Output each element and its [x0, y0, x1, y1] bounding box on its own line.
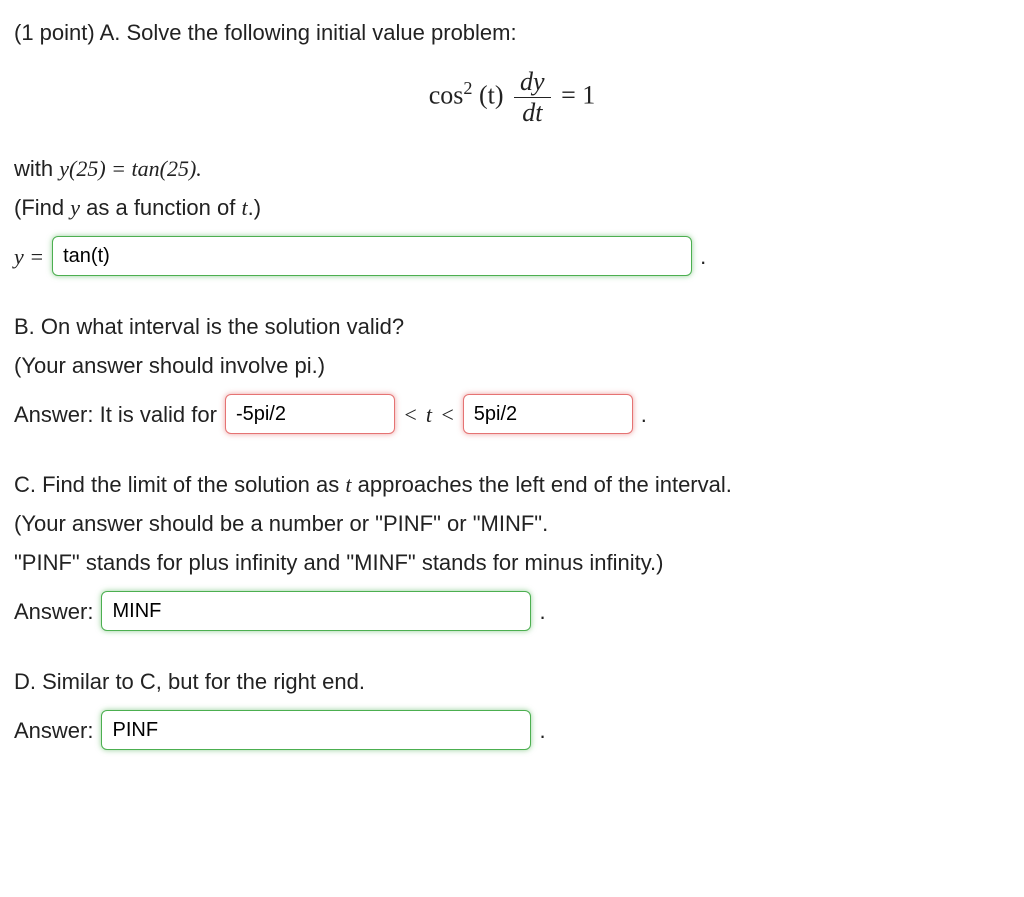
part-c-answer-row: Answer: .: [14, 591, 546, 631]
differential-equation: cos2 (t) dy dt = 1: [14, 67, 1010, 128]
part-c-q1-pre: C. Find the limit of the solution as: [14, 472, 345, 497]
find-post: .): [248, 195, 261, 220]
part-d-answer-row: Answer: .: [14, 710, 546, 750]
part-c-period: .: [539, 595, 545, 628]
part-b-prefix: Answer: It is valid for: [14, 398, 217, 431]
part-d-period: .: [539, 714, 545, 747]
part-d-q1: D. Similar to C, but for the right end.: [14, 665, 1010, 698]
y-equals-label: y =: [14, 240, 44, 273]
with-pre: with: [14, 156, 59, 181]
initial-condition: with y(25) = tan(25).: [14, 152, 1010, 185]
part-b-q1: B. On what interval is the solution vali…: [14, 310, 1010, 343]
find-mid: as a function of: [80, 195, 241, 220]
part-c-q3: "PINF" stands for plus infinity and "MIN…: [14, 546, 1010, 579]
eq-frac-den: dt: [514, 98, 551, 128]
part-c-q2: (Your answer should be a number or "PINF…: [14, 507, 1010, 540]
eq-rhs: = 1: [561, 80, 595, 109]
part-b-answer-row: Answer: It is valid for < t < .: [14, 394, 647, 434]
interval-upper-input[interactable]: [463, 394, 633, 434]
part-c-answer-input[interactable]: [101, 591, 531, 631]
part-a-header: (1 point) A. Solve the following initial…: [14, 16, 1010, 49]
part-a-answer-row: y = .: [14, 236, 706, 276]
part-c-prefix: Answer:: [14, 595, 93, 628]
find-pre: (Find: [14, 195, 70, 220]
part-d-prefix: Answer:: [14, 714, 93, 747]
part-b-q2: (Your answer should involve pi.): [14, 349, 1010, 382]
part-c-q1: C. Find the limit of the solution as t a…: [14, 468, 1010, 501]
with-expr: y(25) = tan(25).: [59, 156, 202, 181]
lt-2: <: [440, 398, 455, 431]
part-a-period: .: [700, 240, 706, 273]
part-d-answer-input[interactable]: [101, 710, 531, 750]
part-c-q1-post: approaches the left end of the interval.: [352, 472, 732, 497]
eq-fraction: dy dt: [514, 67, 551, 128]
lt-1: <: [403, 398, 418, 431]
part-b-period: .: [641, 398, 647, 431]
eq-frac-num: dy: [514, 67, 551, 98]
find-y: y: [70, 195, 80, 220]
interval-t: t: [426, 398, 432, 431]
find-instruction: (Find y as a function of t.): [14, 191, 1010, 224]
interval-lower-input[interactable]: [225, 394, 395, 434]
eq-cos: cos: [429, 80, 464, 109]
part-a-answer-input[interactable]: [52, 236, 692, 276]
eq-t: (t): [479, 80, 504, 109]
